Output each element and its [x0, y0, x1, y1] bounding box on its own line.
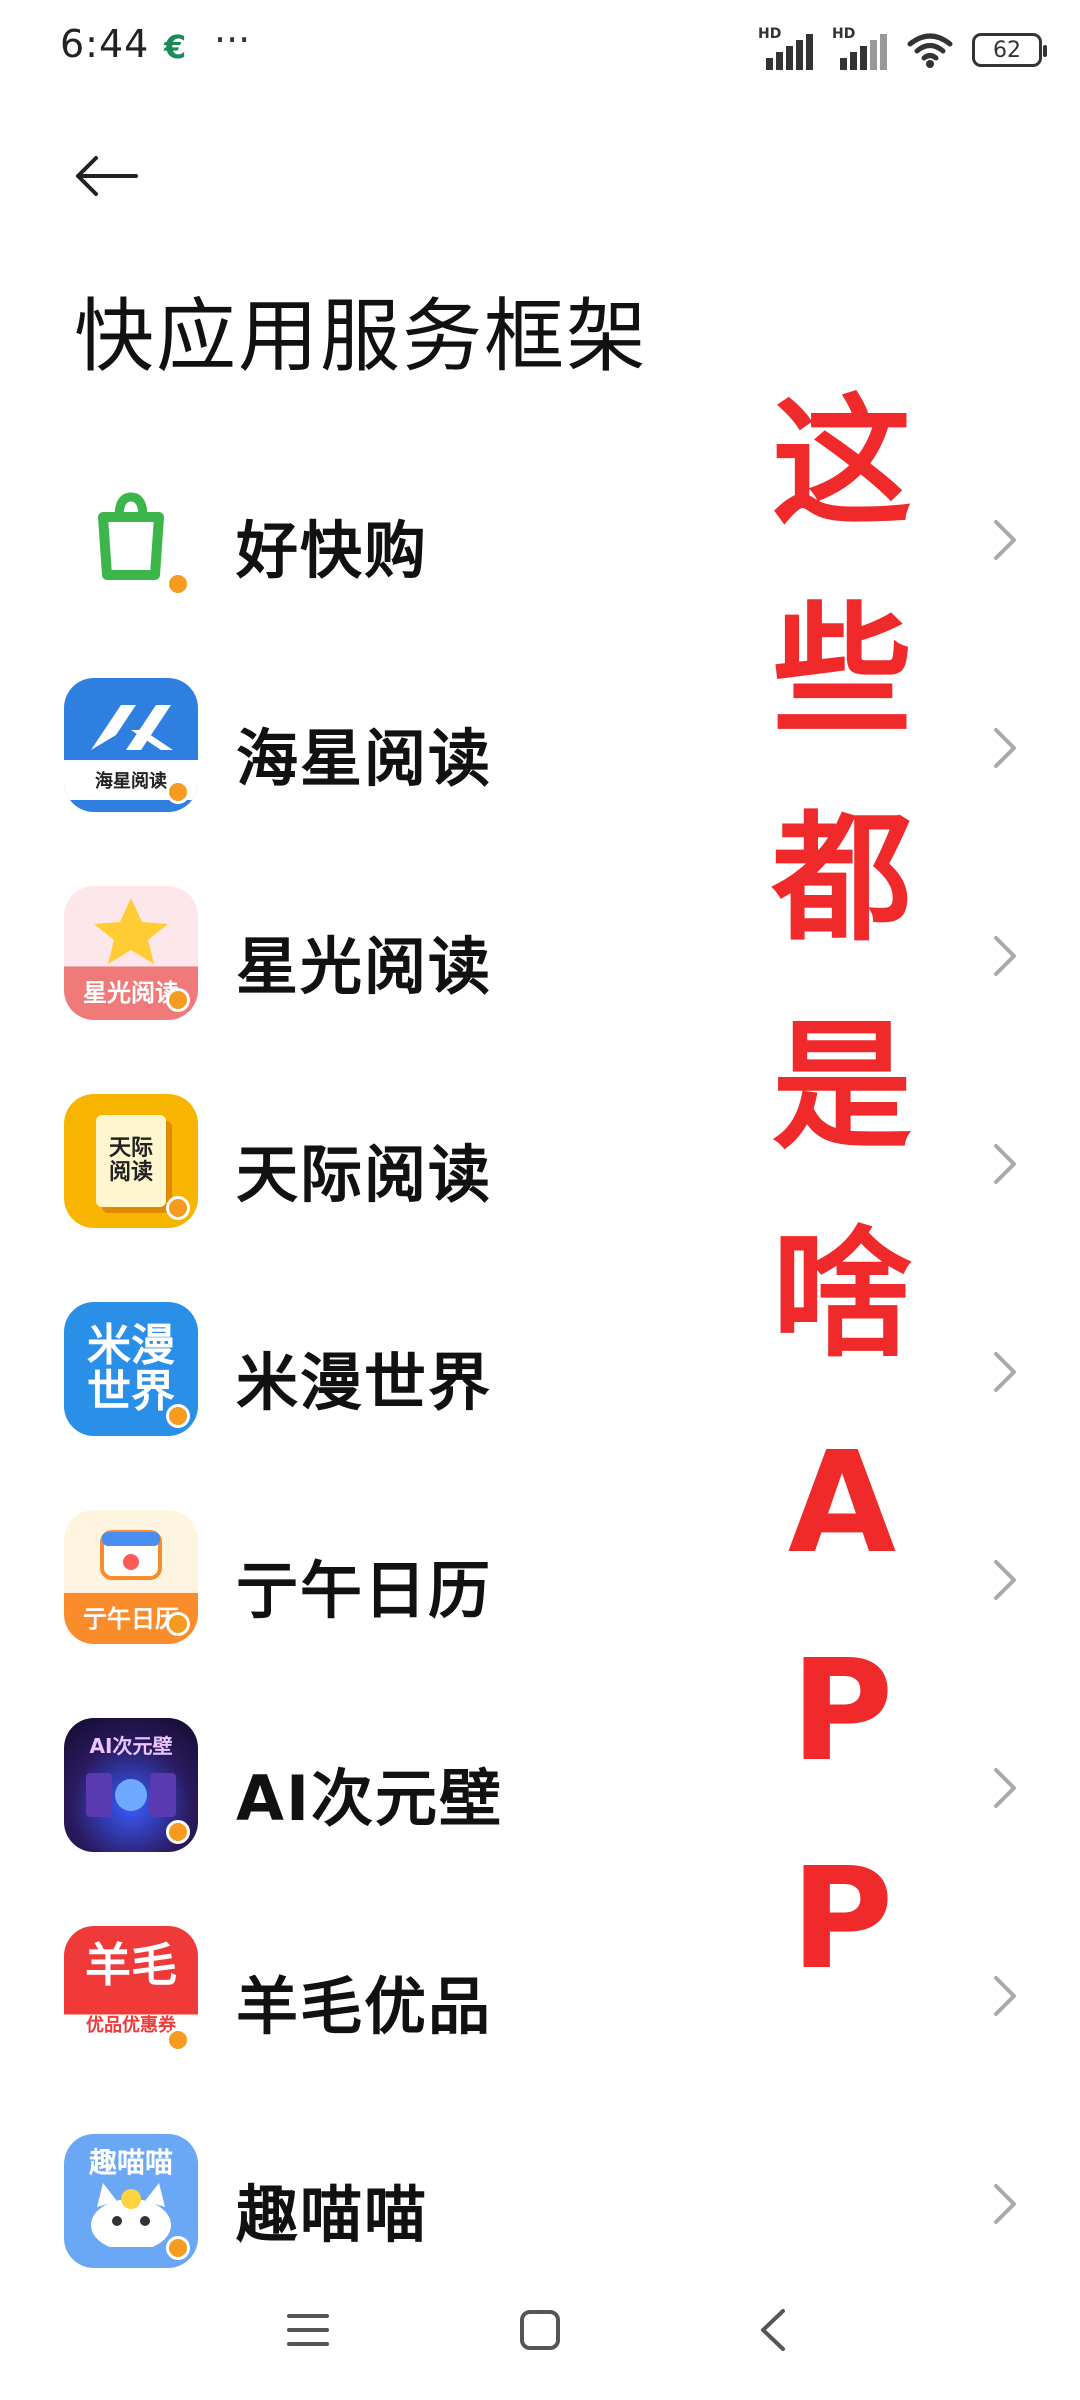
- back-icon: [761, 2309, 785, 2351]
- chevron-right-icon: [994, 728, 1016, 768]
- overlay-char: 啥: [771, 1214, 912, 1377]
- overlay-char: 都: [771, 798, 912, 961]
- quick-app-badge-icon: [166, 2028, 190, 2052]
- quick-app-badge-icon: [166, 1404, 190, 1428]
- quick-app-badge-icon: [166, 1612, 190, 1636]
- app-icon-sublabel: 优品优惠券: [86, 2015, 176, 2037]
- chevron-right-icon: [994, 2184, 1016, 2224]
- app-icon-yangmao-youpin: 羊毛 优品优惠券: [64, 1926, 198, 2060]
- signal-icon: HD: [758, 26, 814, 70]
- overlay-char: P: [790, 1838, 894, 2001]
- app-name: 好快购: [236, 514, 429, 587]
- chevron-right-icon: [994, 1144, 1016, 1184]
- app-name: 天际阅读: [236, 1138, 493, 1211]
- recent-apps-button[interactable]: [278, 2300, 338, 2360]
- app-icon-label: 米漫世界: [87, 1319, 175, 1417]
- signal-hd-label-2: HD: [832, 26, 856, 42]
- overlay-char: 是: [771, 1006, 912, 1169]
- app-icon-ai-dimension-wall: AI次元壁: [64, 1718, 198, 1852]
- home-icon: [520, 2310, 560, 2350]
- app-icon-label: 星光阅读: [83, 978, 179, 1007]
- app-name: 趣喵喵: [236, 2178, 429, 2251]
- chevron-right-icon: [994, 936, 1016, 976]
- app-icon-label: 羊毛: [85, 1937, 177, 1992]
- app-icon-haixing-reading: 海星阅读: [64, 678, 198, 812]
- overlay-char: 这: [771, 382, 912, 545]
- status-bar: 6:44 € ··· HD HD 62: [0, 0, 1080, 105]
- status-time: 6:44: [60, 22, 150, 66]
- app-icon-label: 趣喵喵: [88, 2146, 173, 2179]
- overlay-char: A: [787, 1422, 897, 1585]
- overlay-caption: 这 些 都 是 啥 A P P: [752, 360, 932, 2024]
- app-icon-tianji-reading: 天际阅读: [64, 1094, 198, 1228]
- app-name: 米漫世界: [236, 1346, 493, 1419]
- quick-app-badge-icon: [166, 780, 190, 804]
- more-notifications-icon: ···: [214, 18, 251, 62]
- battery-icon: 62: [972, 33, 1047, 67]
- app-icon-chuwu-calendar: 亍午日历: [64, 1510, 198, 1644]
- quick-app-badge-icon: [166, 1196, 190, 1220]
- overlay-char: 些: [771, 590, 912, 753]
- menu-icon: [287, 2314, 329, 2346]
- chevron-right-icon: [994, 520, 1016, 560]
- signal-hd-label: HD: [758, 26, 782, 42]
- navigation-bar: [0, 2270, 1080, 2400]
- quick-app-badge-icon: [166, 988, 190, 1012]
- app-name: 星光阅读: [236, 930, 493, 1003]
- wifi-icon: [907, 33, 953, 68]
- app-icon-label: 天际阅读: [108, 1135, 153, 1185]
- chevron-right-icon: [994, 1560, 1016, 1600]
- home-button[interactable]: [510, 2300, 570, 2360]
- app-icon-label: 海星阅读: [95, 771, 167, 792]
- chevron-right-icon: [994, 1976, 1016, 2016]
- app-name: AI次元壁: [236, 1762, 504, 1835]
- nav-back-button[interactable]: [742, 2300, 802, 2360]
- quick-app-badge-icon: [166, 572, 190, 596]
- app-icon-label: AI次元壁: [89, 1734, 173, 1758]
- app-name: 亍午日历: [236, 1554, 493, 1627]
- overlay-char: P: [790, 1630, 894, 1793]
- app-icon-label: 亍午日历: [83, 1604, 179, 1633]
- app-icon-qumiaomiao: 趣喵喵: [64, 2134, 198, 2268]
- signal-icon-2: HD: [832, 26, 888, 70]
- quick-app-badge-icon: [166, 2236, 190, 2260]
- app-icon-xingguang-reading: 星光阅读: [64, 886, 198, 1020]
- arrow-left-icon: [76, 156, 138, 196]
- chevron-right-icon: [994, 1352, 1016, 1392]
- app-icon-miman-world: 米漫世界: [64, 1302, 198, 1436]
- quick-app-badge-icon: [166, 1820, 190, 1844]
- app-icon-haokuaigou: [64, 470, 198, 604]
- battery-level: 62: [993, 37, 1021, 63]
- notification-app-icon: €: [164, 28, 187, 66]
- chevron-right-icon: [994, 1768, 1016, 1808]
- app-name: 海星阅读: [236, 722, 493, 795]
- back-button[interactable]: [70, 140, 142, 212]
- page-title: 快应用服务框架: [74, 290, 648, 383]
- status-indicators: HD HD 62: [758, 26, 1047, 72]
- app-name: 羊毛优品: [236, 1970, 493, 2043]
